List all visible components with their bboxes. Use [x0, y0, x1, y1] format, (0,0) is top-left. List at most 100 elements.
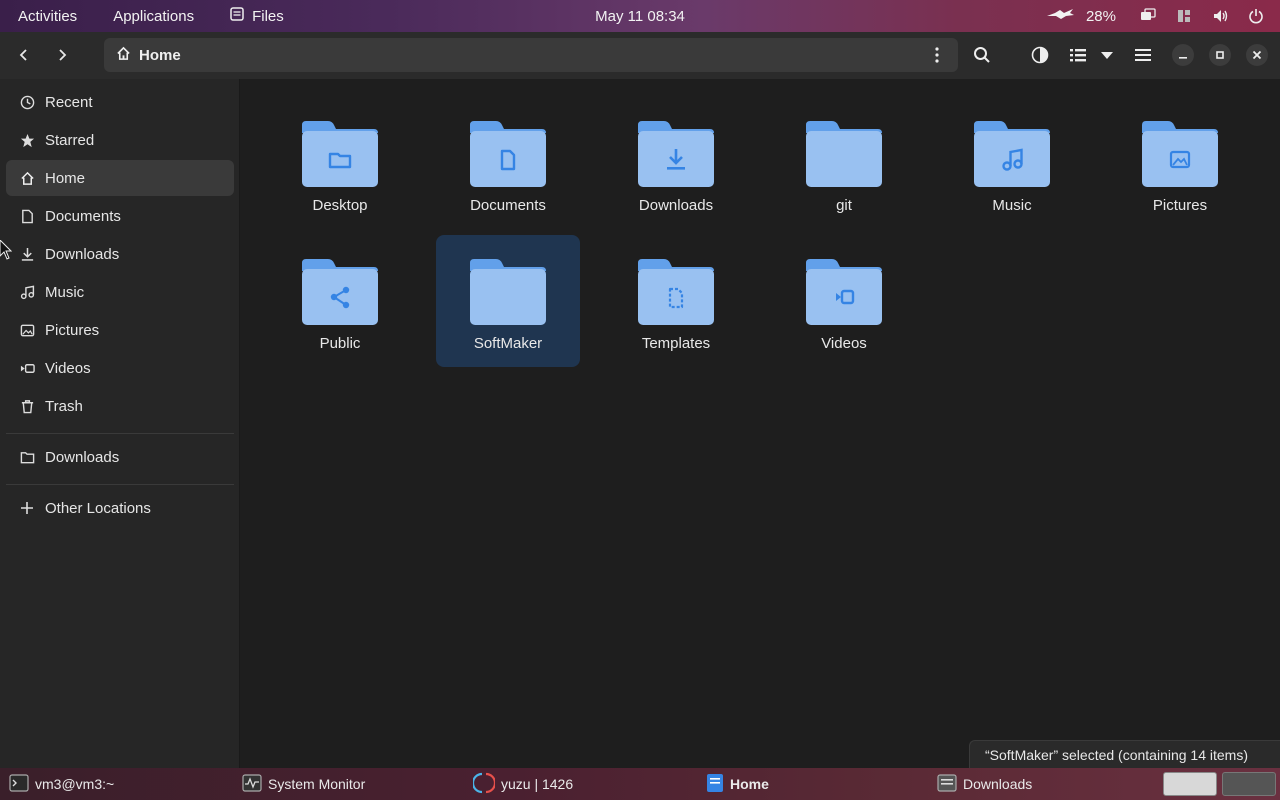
- folder-public[interactable]: Public: [268, 237, 412, 369]
- applications-label: Applications: [113, 7, 195, 25]
- header-bar: Home: [0, 32, 1280, 79]
- selection-status: “SoftMaker” selected (containing 14 item…: [969, 740, 1280, 768]
- folder-music[interactable]: Music: [940, 99, 1084, 231]
- battery-percentage: 28%: [1085, 7, 1116, 25]
- folder-name: Documents: [470, 197, 546, 214]
- hamburger-menu-icon: [1135, 49, 1151, 61]
- folder-documents[interactable]: Documents: [436, 99, 580, 231]
- folder-name: git: [836, 197, 852, 214]
- minimize-button[interactable]: [1172, 44, 1194, 66]
- home-icon: [116, 46, 131, 65]
- sidebar-item-starred[interactable]: Starred: [6, 122, 234, 158]
- folder-icon: [470, 259, 546, 325]
- layout-icon[interactable]: [1166, 0, 1202, 32]
- trash-icon: [19, 398, 35, 414]
- clock-label: May 11 08:34: [595, 7, 685, 25]
- workspace-1-button[interactable]: [1163, 772, 1217, 796]
- folder-pictures[interactable]: Pictures: [1108, 99, 1252, 231]
- sidebar-item-label: Starred: [45, 131, 95, 149]
- folder-icon: [470, 121, 546, 187]
- volume-icon[interactable]: [1202, 0, 1238, 32]
- search-button[interactable]: [963, 36, 1001, 74]
- folder-desktop[interactable]: Desktop: [268, 99, 412, 231]
- folder-name: SoftMaker: [473, 335, 543, 352]
- folder-templates[interactable]: Templates: [604, 237, 748, 369]
- sidebar-item-recent[interactable]: Recent: [6, 84, 234, 120]
- plus-icon: [19, 500, 35, 516]
- folder-icon: [638, 121, 714, 187]
- folder-icon: [19, 449, 35, 465]
- star-icon: [19, 132, 35, 148]
- files-icon: [937, 773, 957, 796]
- task-label: Downloads: [963, 776, 1033, 792]
- main-menu-button[interactable]: [1124, 36, 1162, 74]
- sidebar-item-documents[interactable]: Documents: [6, 198, 234, 234]
- folder-icon: [1142, 121, 1218, 187]
- folder-name: Music: [992, 197, 1032, 214]
- battery-indicator[interactable]: 28%: [1036, 7, 1130, 25]
- search-icon: [974, 47, 990, 63]
- path-bar[interactable]: Home: [104, 38, 958, 72]
- sidebar-item-label: Pictures: [45, 321, 100, 339]
- sidebar-item-downloads[interactable]: Downloads: [6, 236, 234, 272]
- sidebar-item-pictures[interactable]: Pictures: [6, 312, 234, 348]
- task-label: Home: [730, 776, 769, 792]
- sidebar-item-label: Home: [45, 169, 86, 187]
- list-view-icon: [1070, 49, 1086, 62]
- activities-button[interactable]: Activities: [0, 0, 95, 32]
- close-button[interactable]: [1246, 44, 1268, 66]
- battery-icon: [1046, 7, 1076, 25]
- sidebar-item-label: Other Locations: [45, 499, 151, 517]
- sidebar-bookmark-downloads[interactable]: Downloads: [6, 439, 234, 475]
- screen-share-icon[interactable]: [1130, 0, 1166, 32]
- applications-menu[interactable]: Applications: [95, 0, 212, 32]
- folder-name: Desktop: [312, 197, 368, 214]
- system-monitor-icon: [242, 773, 262, 796]
- sidebar-item-home[interactable]: Home: [6, 160, 234, 196]
- clock[interactable]: May 11 08:34: [595, 0, 685, 32]
- sidebar-item-other-locations[interactable]: Other Locations: [6, 490, 234, 526]
- maximize-icon: [1216, 51, 1224, 59]
- folder-icon: [806, 259, 882, 325]
- path-options-button[interactable]: [924, 42, 950, 68]
- task-home[interactable]: Home: [706, 768, 769, 800]
- activities-label: Activities: [18, 7, 78, 25]
- music-icon: [19, 284, 35, 300]
- files-app-menu[interactable]: Files: [212, 0, 302, 32]
- task-terminal[interactable]: vm3@vm3:~: [9, 768, 114, 800]
- sidebar-divider: [6, 433, 234, 434]
- folder-icon: [302, 259, 378, 325]
- sidebar-item-trash[interactable]: Trash: [6, 388, 234, 424]
- chevron-left-icon: [19, 49, 27, 61]
- folder-git[interactable]: git: [772, 99, 916, 231]
- task-yuzu[interactable]: yuzu | 1426: [471, 768, 574, 800]
- minimize-icon: [1179, 57, 1187, 59]
- task-downloads[interactable]: Downloads: [937, 768, 1032, 800]
- dropdown-arrow-icon: [1101, 52, 1113, 59]
- folder-grid: Desktop Documents Downloads git Music Pi…: [241, 79, 1280, 768]
- folder-icon: [806, 121, 882, 187]
- folder-downloads[interactable]: Downloads: [604, 99, 748, 231]
- video-icon: [19, 360, 35, 376]
- sidebar-item-music[interactable]: Music: [6, 274, 234, 310]
- path-label: Home: [139, 46, 181, 64]
- close-icon: [1252, 50, 1262, 60]
- task-label: yuzu | 1426: [501, 776, 574, 792]
- sidebar-item-videos[interactable]: Videos: [6, 350, 234, 386]
- view-options-button[interactable]: [1064, 36, 1120, 74]
- download-icon: [19, 246, 35, 262]
- forward-button[interactable]: [43, 36, 81, 74]
- power-icon[interactable]: [1238, 0, 1274, 32]
- folder-name: Templates: [641, 335, 711, 352]
- folder-softmaker[interactable]: SoftMaker: [436, 235, 580, 367]
- maximize-button[interactable]: [1209, 44, 1231, 66]
- yuzu-icon: [471, 772, 497, 797]
- back-button[interactable]: [5, 36, 43, 74]
- folder-videos[interactable]: Videos: [772, 237, 916, 369]
- files-app-icon: [230, 7, 244, 25]
- workspace-2-button[interactable]: [1222, 772, 1276, 796]
- sidebar-item-label: Downloads: [45, 245, 120, 263]
- sidebar-divider: [6, 484, 234, 485]
- theme-toggle-button[interactable]: [1021, 36, 1059, 74]
- task-system-monitor[interactable]: System Monitor: [242, 768, 365, 800]
